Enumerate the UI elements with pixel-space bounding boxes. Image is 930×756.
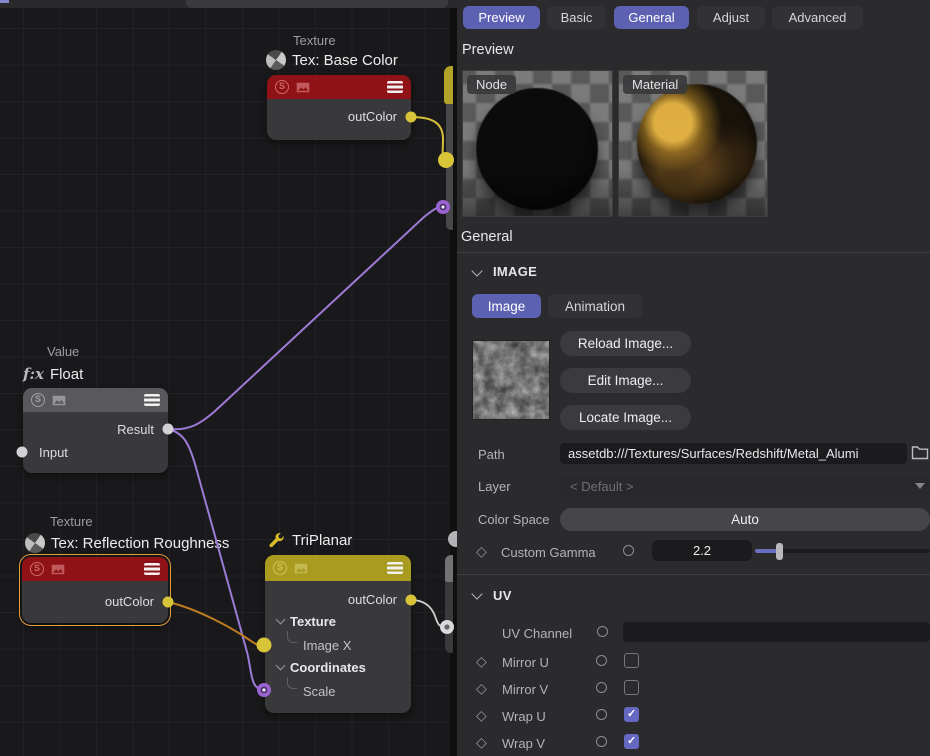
port-ring-icon[interactable] bbox=[596, 682, 607, 693]
port-edge-white[interactable] bbox=[440, 620, 454, 634]
tab-animation[interactable]: Animation bbox=[548, 294, 642, 318]
divider bbox=[457, 574, 930, 575]
port-edge-yellow[interactable] bbox=[438, 152, 454, 168]
custom-gamma-input[interactable]: 2.2 bbox=[652, 540, 752, 561]
mirror-v-label: Mirror V bbox=[502, 682, 548, 697]
layer-dropdown[interactable]: < Default > bbox=[560, 476, 930, 496]
wrap-u-checkbox[interactable] bbox=[624, 707, 639, 722]
port-roughness-outcolor[interactable] bbox=[163, 597, 174, 608]
port-float-input[interactable] bbox=[17, 447, 28, 458]
port-ring-icon[interactable] bbox=[623, 545, 634, 556]
preview-heading: Preview bbox=[462, 42, 514, 58]
browse-folder-icon[interactable] bbox=[911, 445, 929, 460]
wire-basecolor-to-edge bbox=[411, 117, 446, 160]
mirror-u-checkbox[interactable] bbox=[624, 653, 639, 668]
node-preview-image: Node bbox=[462, 70, 613, 217]
attributes-panel: Preview Basic General Adjust Advanced Pr… bbox=[457, 0, 930, 756]
dropdown-arrow-icon[interactable] bbox=[915, 483, 925, 489]
texture-thumbnail bbox=[472, 340, 550, 420]
custom-gamma-label: Custom Gamma bbox=[501, 545, 596, 560]
wire-layer bbox=[0, 0, 457, 756]
mirror-v-checkbox[interactable] bbox=[624, 680, 639, 695]
general-heading: General bbox=[461, 229, 513, 245]
node-preview-label: Node bbox=[467, 75, 516, 94]
tab-image[interactable]: Image bbox=[472, 294, 541, 318]
port-edge-purple[interactable] bbox=[436, 200, 450, 214]
port-ring-icon[interactable] bbox=[597, 626, 608, 637]
wire-float-to-edge bbox=[168, 207, 443, 429]
mirror-u-label: Mirror U bbox=[502, 655, 549, 670]
keyframe-diamond-icon[interactable]: ◇ bbox=[476, 654, 487, 668]
port-ring-icon[interactable] bbox=[596, 655, 607, 666]
locate-image-button[interactable]: Locate Image... bbox=[560, 405, 691, 430]
port-triplanar-outcolor[interactable] bbox=[406, 595, 417, 606]
tab-advanced[interactable]: Advanced bbox=[772, 6, 863, 29]
chevron-down-icon[interactable] bbox=[471, 265, 482, 276]
keyframe-diamond-icon[interactable]: ◇ bbox=[476, 544, 487, 558]
tab-basic[interactable]: Basic bbox=[547, 6, 606, 29]
wrap-v-label: Wrap V bbox=[502, 736, 545, 751]
uv-section-header[interactable]: UV bbox=[493, 588, 512, 603]
divider bbox=[457, 252, 930, 253]
keyframe-diamond-icon[interactable]: ◇ bbox=[476, 708, 487, 722]
keyframe-diamond-icon[interactable]: ◇ bbox=[476, 735, 487, 749]
material-preview-label: Material bbox=[623, 75, 687, 94]
wrap-u-label: Wrap U bbox=[502, 709, 546, 724]
node-graph-canvas[interactable]: Texture Tex: Base Color S outColor Value… bbox=[0, 0, 457, 756]
path-label: Path bbox=[478, 447, 505, 462]
chevron-down-icon[interactable] bbox=[471, 588, 482, 599]
wire-float-to-triplanar-scale bbox=[168, 429, 264, 690]
port-basecolor-outcolor[interactable] bbox=[406, 112, 417, 123]
port-float-result[interactable] bbox=[163, 424, 174, 435]
uv-channel-label: UV Channel bbox=[502, 626, 572, 641]
port-triplanar-scale[interactable] bbox=[257, 683, 271, 697]
port-ring-icon[interactable] bbox=[596, 709, 607, 720]
material-preview-image: Material bbox=[618, 70, 768, 217]
keyframe-diamond-icon[interactable]: ◇ bbox=[476, 681, 487, 695]
slider-handle[interactable] bbox=[776, 543, 783, 560]
wrap-v-checkbox[interactable] bbox=[624, 734, 639, 749]
port-ring-icon[interactable] bbox=[596, 736, 607, 747]
color-space-select[interactable]: Auto bbox=[560, 508, 930, 531]
tab-adjust[interactable]: Adjust bbox=[697, 6, 765, 29]
path-input[interactable]: assetdb:///Textures/Surfaces/Redshift/Me… bbox=[560, 443, 907, 464]
uv-channel-input[interactable] bbox=[623, 622, 930, 642]
slider-fill bbox=[755, 549, 778, 553]
reload-image-button[interactable]: Reload Image... bbox=[560, 331, 691, 356]
layer-label: Layer bbox=[478, 479, 511, 494]
tab-preview[interactable]: Preview bbox=[463, 6, 540, 29]
tab-general[interactable]: General bbox=[614, 6, 689, 29]
color-space-label: Color Space bbox=[478, 512, 550, 527]
port-triplanar-imagex[interactable] bbox=[257, 638, 272, 653]
edit-image-button[interactable]: Edit Image... bbox=[560, 368, 691, 393]
image-section-header[interactable]: IMAGE bbox=[493, 264, 537, 279]
wire-roughness-to-triplanar-imagex bbox=[168, 602, 264, 645]
material-node-editor: Texture Tex: Base Color S outColor Value… bbox=[0, 0, 930, 756]
